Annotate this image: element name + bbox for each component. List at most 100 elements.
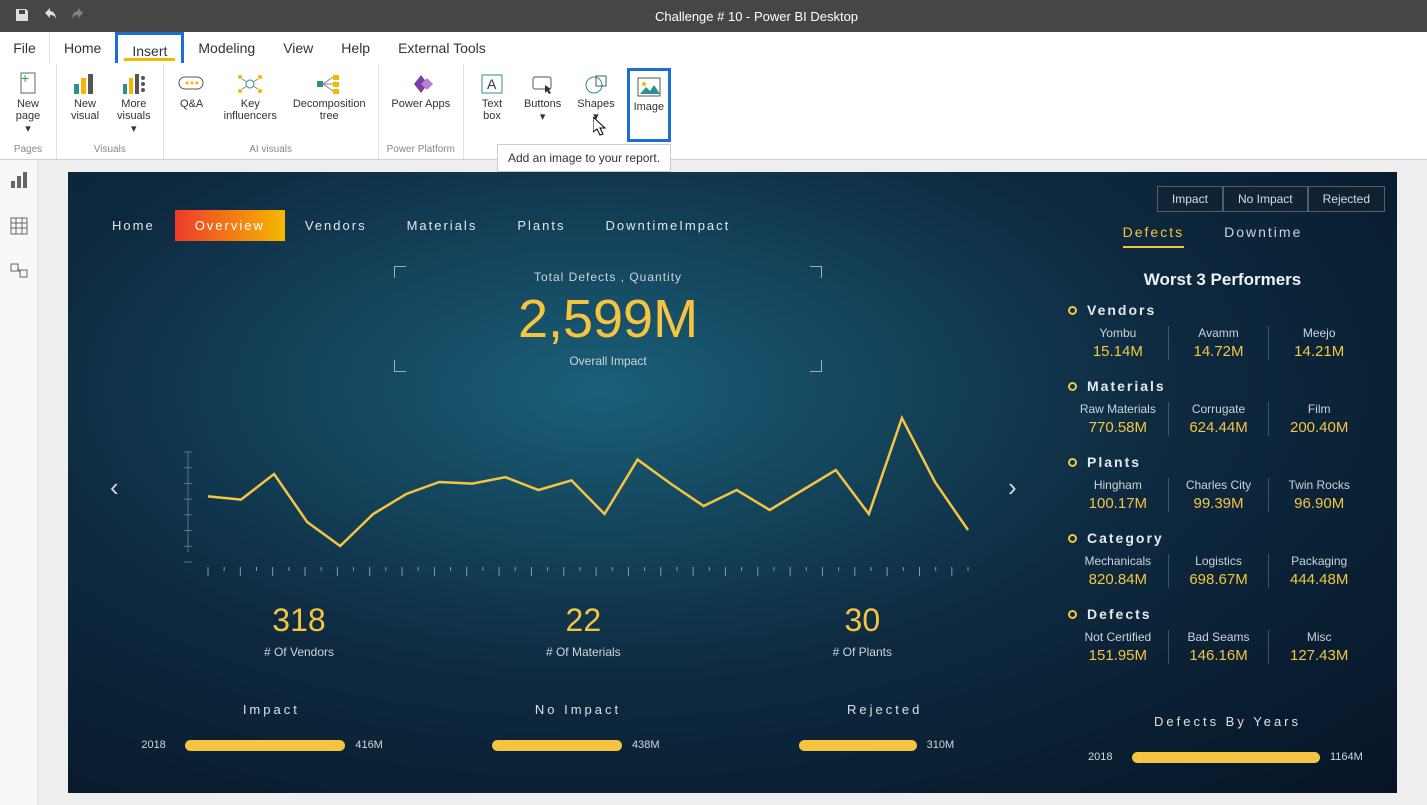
performer-cell: Corrugate624.44M xyxy=(1168,402,1269,436)
prev-arrow-icon[interactable]: ‹ xyxy=(110,472,119,503)
menu-tab-insert[interactable]: Insert xyxy=(115,32,184,63)
kpi-sub: Overall Impact xyxy=(398,354,818,368)
performer-cell: Twin Rocks96.90M xyxy=(1268,478,1369,512)
performer-header: Plants xyxy=(1068,454,1369,470)
buttons-button[interactable]: Buttons▾ xyxy=(520,68,565,142)
nav-materials[interactable]: Materials xyxy=(387,210,498,241)
bullet-icon xyxy=(1068,382,1077,391)
svg-text:A: A xyxy=(487,76,497,92)
performer-cell: Meejo14.21M xyxy=(1268,326,1369,360)
report-nav: Home Overview Vendors Materials Plants D… xyxy=(92,210,750,241)
performer-header: Category xyxy=(1068,530,1369,546)
qna-button[interactable]: Q&A xyxy=(172,68,212,142)
data-view-icon[interactable] xyxy=(7,214,31,238)
model-view-icon[interactable] xyxy=(7,260,31,284)
qna-icon xyxy=(177,70,207,98)
file-tab[interactable]: File xyxy=(0,32,50,63)
stats-row: 318# Of Vendors 22# Of Materials 30# Of … xyxy=(158,602,998,659)
worst-title: Worst 3 Performers xyxy=(1088,270,1357,290)
bar-rejected: Rejected 310M xyxy=(755,702,1015,761)
new-page-button[interactable]: + New page▾ xyxy=(8,68,48,142)
group-label-pages: Pages xyxy=(14,142,42,159)
performer-group: MaterialsRaw Materials770.58MCorrugate62… xyxy=(1068,378,1369,436)
bullet-icon xyxy=(1068,306,1077,315)
group-label-visuals: Visuals xyxy=(94,142,126,159)
menu-tab-help[interactable]: Help xyxy=(327,32,384,63)
performer-cell: Misc127.43M xyxy=(1268,630,1369,664)
top-filter-buttons: Impact No Impact Rejected xyxy=(1157,186,1385,212)
tab-downtime[interactable]: Downtime xyxy=(1224,224,1302,248)
performer-header: Vendors xyxy=(1068,302,1369,318)
performer-cell: Not Certified151.95M xyxy=(1068,630,1168,664)
page-plus-icon: + xyxy=(17,70,39,98)
line-chart[interactable] xyxy=(148,392,998,592)
chart-icon xyxy=(72,70,98,98)
report-view-icon[interactable] xyxy=(7,168,31,192)
bullet-icon xyxy=(1068,458,1077,467)
performer-group: Plants Hingham100.17MCharles City99.39MTw… xyxy=(1068,454,1369,512)
bar-impact: Impact 2018416M xyxy=(141,702,401,761)
image-icon xyxy=(636,73,662,101)
svg-text:+: + xyxy=(21,71,29,86)
performer-cell: Bad Seams146.16M xyxy=(1168,630,1269,664)
new-visual-button[interactable]: New visual xyxy=(65,68,105,142)
stat-materials: 22# Of Materials xyxy=(546,602,621,659)
more-visuals-icon xyxy=(121,70,147,98)
undo-icon[interactable] xyxy=(42,7,58,26)
menu-tab-home[interactable]: Home xyxy=(50,32,115,63)
menu-tab-external-tools[interactable]: External Tools xyxy=(384,32,500,63)
decomp-tree-icon xyxy=(315,70,343,98)
performer-cell: Logistics698.67M xyxy=(1168,554,1269,588)
nav-plants[interactable]: Plants xyxy=(497,210,585,241)
performers-panel: VendorsYombu15.14MAvamm14.72MMeejo14.21M… xyxy=(1068,302,1369,682)
performer-group: VendorsYombu15.14MAvamm14.72MMeejo14.21M xyxy=(1068,302,1369,360)
stat-vendors: 318# Of Vendors xyxy=(264,602,334,659)
nav-downtime[interactable]: DowntimeImpact xyxy=(585,210,750,241)
nav-vendors[interactable]: Vendors xyxy=(285,210,387,241)
performer-cell: Packaging444.48M xyxy=(1268,554,1369,588)
bullet-icon xyxy=(1068,534,1077,543)
performer-header: Defects xyxy=(1068,606,1369,622)
buttons-icon xyxy=(531,70,555,98)
cursor-icon xyxy=(593,117,609,137)
nav-overview[interactable]: Overview xyxy=(175,210,285,241)
defects-by-years: Defects By Years 20181164M xyxy=(1088,714,1367,773)
image-tooltip: Add an image to your report. xyxy=(497,144,671,172)
redo-icon[interactable] xyxy=(70,7,86,26)
rejected-button[interactable]: Rejected xyxy=(1308,186,1385,212)
report-page: Impact No Impact Rejected Home Overview … xyxy=(68,172,1397,793)
next-arrow-icon[interactable]: › xyxy=(1008,472,1017,503)
performer-group: Category Mechanicals820.84MLogistics698.6… xyxy=(1068,530,1369,588)
performer-header: Materials xyxy=(1068,378,1369,394)
text-box-button[interactable]: A Text box xyxy=(472,68,512,142)
performer-cell: Mechanicals820.84M xyxy=(1068,554,1168,588)
ribbon: + New page▾ Pages New visual More visual… xyxy=(0,64,1427,160)
tab-defects[interactable]: Defects xyxy=(1123,224,1184,248)
no-impact-button[interactable]: No Impact xyxy=(1223,186,1308,212)
more-visuals-button[interactable]: More visuals▾ xyxy=(113,68,155,142)
bar-no-impact: No Impact 438M xyxy=(448,702,708,761)
shapes-icon xyxy=(584,70,608,98)
performer-cell: Charles City99.39M xyxy=(1168,478,1269,512)
stat-plants: 30# Of Plants xyxy=(833,602,892,659)
kpi-value: 2,599M xyxy=(398,288,818,350)
title-bar: Challenge # 10 - Power BI Desktop xyxy=(0,0,1427,32)
performer-cell: Yombu15.14M xyxy=(1068,326,1168,360)
save-icon[interactable] xyxy=(14,7,30,26)
impact-button[interactable]: Impact xyxy=(1157,186,1223,212)
right-tabs: Defects Downtime xyxy=(1068,224,1357,248)
key-influencers-icon xyxy=(236,70,264,98)
performer-cell: Hingham100.17M xyxy=(1068,478,1168,512)
report-canvas: Impact No Impact Rejected Home Overview … xyxy=(38,160,1427,805)
decomposition-tree-button[interactable]: Decomposition tree xyxy=(289,68,370,142)
nav-home[interactable]: Home xyxy=(92,210,175,241)
image-button[interactable]: Image xyxy=(627,68,672,142)
key-influencers-button[interactable]: Key influencers xyxy=(220,68,281,142)
menu-tab-view[interactable]: View xyxy=(269,32,327,63)
power-apps-button[interactable]: Power Apps xyxy=(387,68,454,142)
menu-tabs: File Home Insert Modeling View Help Exte… xyxy=(0,32,1427,64)
kpi-card: Total Defects , Quantity 2,599M Overall … xyxy=(398,270,818,368)
power-apps-icon xyxy=(408,70,434,98)
menu-tab-modeling[interactable]: Modeling xyxy=(184,32,269,63)
left-rail xyxy=(0,160,38,805)
